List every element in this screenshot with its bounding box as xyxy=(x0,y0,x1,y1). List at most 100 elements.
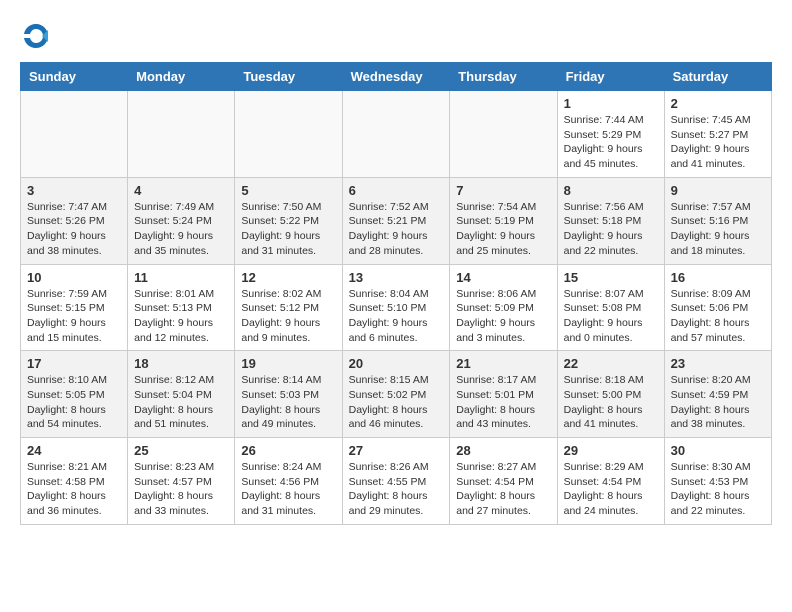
page-header xyxy=(20,20,772,52)
day-info: Sunrise: 7:57 AM Sunset: 5:16 PM Dayligh… xyxy=(671,200,765,259)
day-number: 6 xyxy=(349,183,444,198)
day-number: 30 xyxy=(671,443,765,458)
calendar-week-row: 1 Sunrise: 7:44 AM Sunset: 5:29 PM Daylig… xyxy=(21,91,772,178)
day-number: 28 xyxy=(456,443,550,458)
day-number: 18 xyxy=(134,356,228,371)
calendar-day-cell: 12 Sunrise: 8:02 AM Sunset: 5:12 PM Dayli… xyxy=(235,264,342,351)
day-number: 5 xyxy=(241,183,335,198)
day-number: 20 xyxy=(349,356,444,371)
day-info: Sunrise: 8:01 AM Sunset: 5:13 PM Dayligh… xyxy=(134,287,228,346)
day-number: 19 xyxy=(241,356,335,371)
day-info: Sunrise: 8:17 AM Sunset: 5:01 PM Dayligh… xyxy=(456,373,550,432)
calendar-day-cell: 11 Sunrise: 8:01 AM Sunset: 5:13 PM Dayli… xyxy=(128,264,235,351)
calendar-day-cell: 20 Sunrise: 8:15 AM Sunset: 5:02 PM Dayli… xyxy=(342,351,450,438)
day-info: Sunrise: 8:20 AM Sunset: 4:59 PM Dayligh… xyxy=(671,373,765,432)
calendar-header-cell: Thursday xyxy=(450,63,557,91)
day-number: 9 xyxy=(671,183,765,198)
day-info: Sunrise: 8:18 AM Sunset: 5:00 PM Dayligh… xyxy=(564,373,658,432)
logo-icon xyxy=(20,20,52,52)
day-info: Sunrise: 8:29 AM Sunset: 4:54 PM Dayligh… xyxy=(564,460,658,519)
day-info: Sunrise: 8:14 AM Sunset: 5:03 PM Dayligh… xyxy=(241,373,335,432)
day-info: Sunrise: 7:45 AM Sunset: 5:27 PM Dayligh… xyxy=(671,113,765,172)
day-info: Sunrise: 8:07 AM Sunset: 5:08 PM Dayligh… xyxy=(564,287,658,346)
day-info: Sunrise: 8:15 AM Sunset: 5:02 PM Dayligh… xyxy=(349,373,444,432)
calendar-day-cell xyxy=(235,91,342,178)
day-info: Sunrise: 8:21 AM Sunset: 4:58 PM Dayligh… xyxy=(27,460,121,519)
day-info: Sunrise: 8:12 AM Sunset: 5:04 PM Dayligh… xyxy=(134,373,228,432)
day-info: Sunrise: 7:49 AM Sunset: 5:24 PM Dayligh… xyxy=(134,200,228,259)
calendar-day-cell: 3 Sunrise: 7:47 AM Sunset: 5:26 PM Daylig… xyxy=(21,177,128,264)
calendar-day-cell: 29 Sunrise: 8:29 AM Sunset: 4:54 PM Dayli… xyxy=(557,438,664,525)
calendar-table: SundayMondayTuesdayWednesdayThursdayFrid… xyxy=(20,62,772,525)
calendar-day-cell: 15 Sunrise: 8:07 AM Sunset: 5:08 PM Dayli… xyxy=(557,264,664,351)
calendar-header-cell: Sunday xyxy=(21,63,128,91)
day-number: 26 xyxy=(241,443,335,458)
day-info: Sunrise: 8:04 AM Sunset: 5:10 PM Dayligh… xyxy=(349,287,444,346)
calendar-header-cell: Wednesday xyxy=(342,63,450,91)
calendar-day-cell: 19 Sunrise: 8:14 AM Sunset: 5:03 PM Dayli… xyxy=(235,351,342,438)
day-number: 27 xyxy=(349,443,444,458)
day-number: 23 xyxy=(671,356,765,371)
day-number: 2 xyxy=(671,96,765,111)
calendar-day-cell: 13 Sunrise: 8:04 AM Sunset: 5:10 PM Dayli… xyxy=(342,264,450,351)
day-info: Sunrise: 8:24 AM Sunset: 4:56 PM Dayligh… xyxy=(241,460,335,519)
calendar-day-cell: 25Sunrise: 8:23 AM Sunset: 4:57 PM Dayli… xyxy=(128,438,235,525)
day-info: Sunrise: 8:02 AM Sunset: 5:12 PM Dayligh… xyxy=(241,287,335,346)
calendar-header-cell: Tuesday xyxy=(235,63,342,91)
day-number: 24 xyxy=(27,443,121,458)
calendar-body: 1 Sunrise: 7:44 AM Sunset: 5:29 PM Daylig… xyxy=(21,91,772,525)
day-number: 11 xyxy=(134,270,228,285)
calendar-week-row: 24 Sunrise: 8:21 AM Sunset: 4:58 PM Dayli… xyxy=(21,438,772,525)
day-number: 22 xyxy=(564,356,658,371)
day-info: Sunrise: 7:44 AM Sunset: 5:29 PM Dayligh… xyxy=(564,113,658,172)
day-number: 14 xyxy=(456,270,550,285)
day-info: Sunrise: 7:52 AM Sunset: 5:21 PM Dayligh… xyxy=(349,200,444,259)
day-info: Sunrise: 8:26 AM Sunset: 4:55 PM Dayligh… xyxy=(349,460,444,519)
day-number: 21 xyxy=(456,356,550,371)
day-number: 1 xyxy=(564,96,658,111)
calendar-day-cell: 7 Sunrise: 7:54 AM Sunset: 5:19 PM Daylig… xyxy=(450,177,557,264)
calendar-header-cell: Friday xyxy=(557,63,664,91)
calendar-week-row: 10Sunrise: 7:59 AM Sunset: 5:15 PM Dayli… xyxy=(21,264,772,351)
calendar-day-cell xyxy=(21,91,128,178)
calendar-day-cell xyxy=(450,91,557,178)
calendar-day-cell: 9 Sunrise: 7:57 AM Sunset: 5:16 PM Daylig… xyxy=(664,177,771,264)
day-number: 29 xyxy=(564,443,658,458)
day-number: 15 xyxy=(564,270,658,285)
calendar-day-cell: 10Sunrise: 7:59 AM Sunset: 5:15 PM Dayli… xyxy=(21,264,128,351)
day-info: Sunrise: 7:47 AM Sunset: 5:26 PM Dayligh… xyxy=(27,200,121,259)
day-info: Sunrise: 7:56 AM Sunset: 5:18 PM Dayligh… xyxy=(564,200,658,259)
day-info: Sunrise: 8:23 AM Sunset: 4:57 PM Dayligh… xyxy=(134,460,228,519)
day-info: Sunrise: 7:54 AM Sunset: 5:19 PM Dayligh… xyxy=(456,200,550,259)
day-number: 4 xyxy=(134,183,228,198)
day-info: Sunrise: 8:27 AM Sunset: 4:54 PM Dayligh… xyxy=(456,460,550,519)
day-number: 13 xyxy=(349,270,444,285)
day-number: 17 xyxy=(27,356,121,371)
calendar-day-cell xyxy=(342,91,450,178)
calendar-day-cell: 16 Sunrise: 8:09 AM Sunset: 5:06 PM Dayli… xyxy=(664,264,771,351)
day-info: Sunrise: 7:59 AM Sunset: 5:15 PM Dayligh… xyxy=(27,287,121,346)
day-info: Sunrise: 8:09 AM Sunset: 5:06 PM Dayligh… xyxy=(671,287,765,346)
calendar-day-cell: 4 Sunrise: 7:49 AM Sunset: 5:24 PM Daylig… xyxy=(128,177,235,264)
day-number: 3 xyxy=(27,183,121,198)
calendar-day-cell: 1 Sunrise: 7:44 AM Sunset: 5:29 PM Daylig… xyxy=(557,91,664,178)
calendar-day-cell: 18 Sunrise: 8:12 AM Sunset: 5:04 PM Dayli… xyxy=(128,351,235,438)
calendar-day-cell: 28 Sunrise: 8:27 AM Sunset: 4:54 PM Dayli… xyxy=(450,438,557,525)
day-info: Sunrise: 7:50 AM Sunset: 5:22 PM Dayligh… xyxy=(241,200,335,259)
calendar-day-cell xyxy=(128,91,235,178)
calendar-header-row: SundayMondayTuesdayWednesdayThursdayFrid… xyxy=(21,63,772,91)
calendar-day-cell: 6 Sunrise: 7:52 AM Sunset: 5:21 PM Daylig… xyxy=(342,177,450,264)
calendar-day-cell: 30Sunrise: 8:30 AM Sunset: 4:53 PM Dayli… xyxy=(664,438,771,525)
calendar-week-row: 3 Sunrise: 7:47 AM Sunset: 5:26 PM Daylig… xyxy=(21,177,772,264)
day-number: 12 xyxy=(241,270,335,285)
day-number: 7 xyxy=(456,183,550,198)
calendar-day-cell: 8Sunrise: 7:56 AM Sunset: 5:18 PM Daylig… xyxy=(557,177,664,264)
day-info: Sunrise: 8:10 AM Sunset: 5:05 PM Dayligh… xyxy=(27,373,121,432)
calendar-day-cell: 5 Sunrise: 7:50 AM Sunset: 5:22 PM Daylig… xyxy=(235,177,342,264)
day-number: 16 xyxy=(671,270,765,285)
calendar-day-cell: 26 Sunrise: 8:24 AM Sunset: 4:56 PM Dayli… xyxy=(235,438,342,525)
calendar-day-cell: 24 Sunrise: 8:21 AM Sunset: 4:58 PM Dayli… xyxy=(21,438,128,525)
calendar-day-cell: 27 Sunrise: 8:26 AM Sunset: 4:55 PM Dayli… xyxy=(342,438,450,525)
calendar-header-cell: Saturday xyxy=(664,63,771,91)
calendar-day-cell: 2 Sunrise: 7:45 AM Sunset: 5:27 PM Daylig… xyxy=(664,91,771,178)
